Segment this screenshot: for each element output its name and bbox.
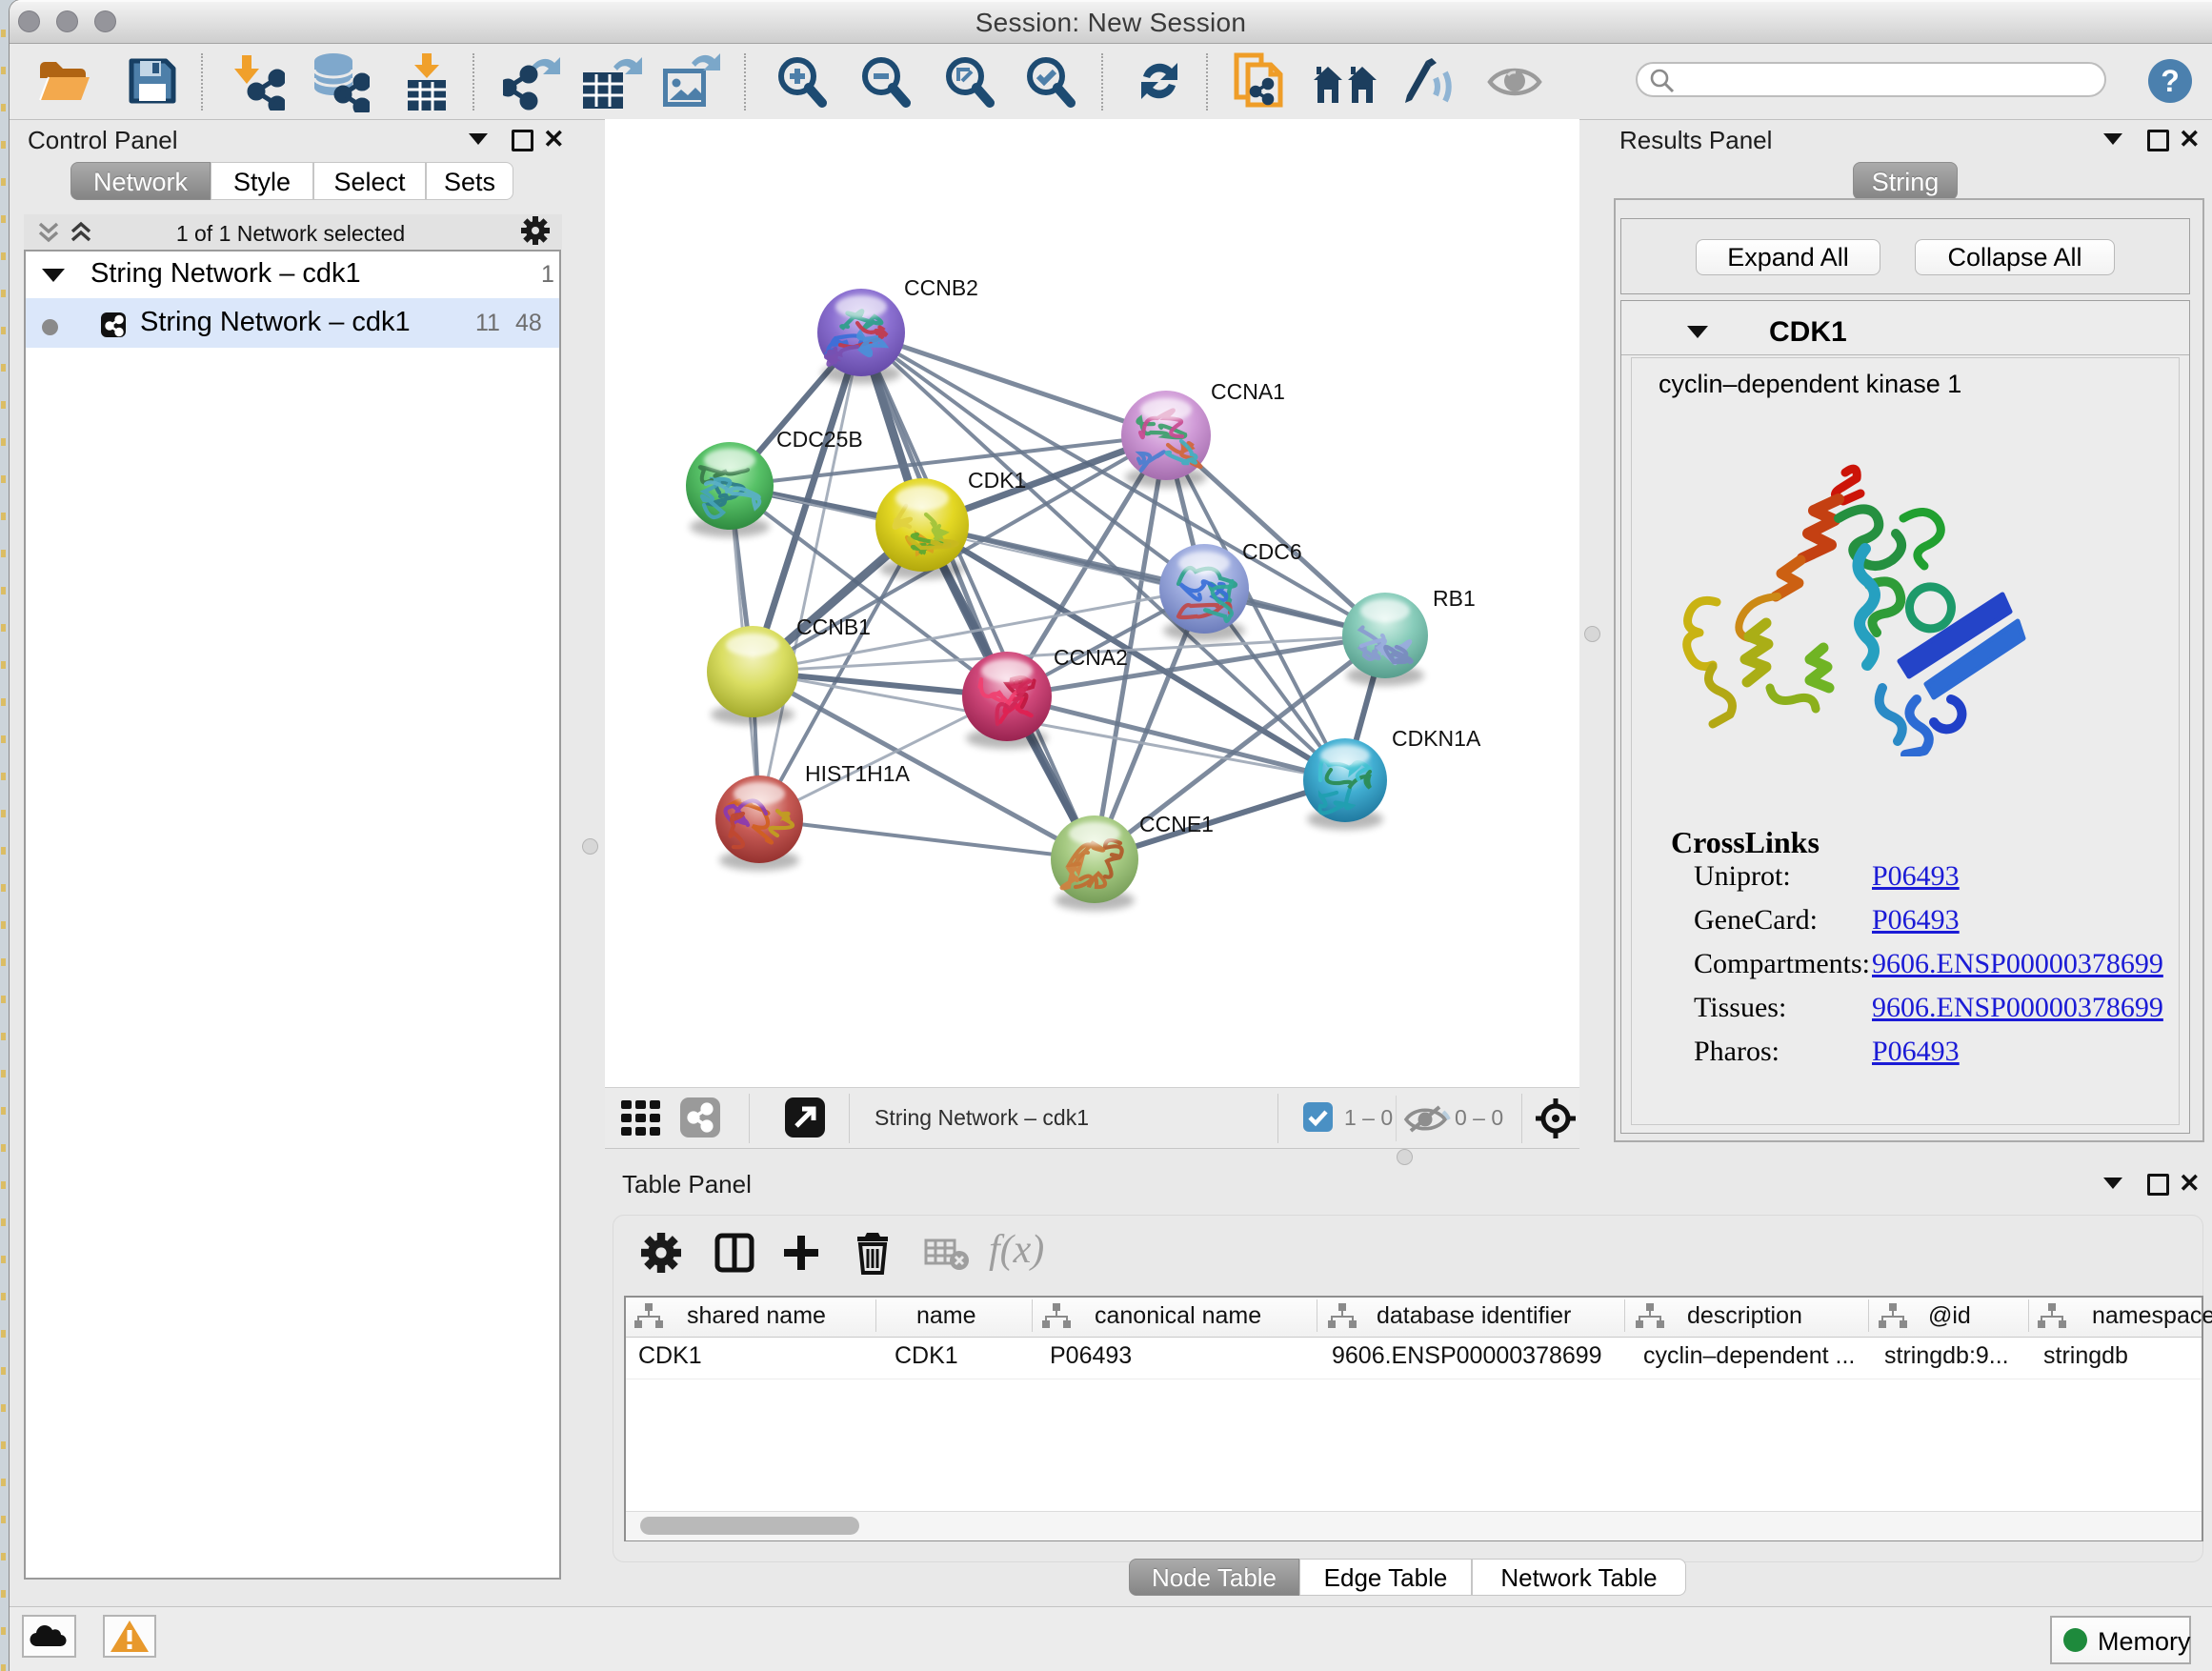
svg-text:RB1: RB1	[1433, 586, 1476, 611]
svg-text:CDC25B: CDC25B	[776, 427, 863, 452]
svg-text:HIST1H1A: HIST1H1A	[805, 761, 911, 786]
svg-text:CCNB2: CCNB2	[904, 275, 978, 300]
svg-text:CDC6: CDC6	[1242, 539, 1302, 564]
svg-text:CDKN1A: CDKN1A	[1392, 726, 1481, 751]
svg-text:CCNE1: CCNE1	[1139, 812, 1214, 836]
svg-text:CCNB1: CCNB1	[796, 614, 871, 639]
svg-text:CCNA2: CCNA2	[1054, 645, 1128, 670]
svg-text:CDK1: CDK1	[968, 468, 1026, 493]
svg-text:CCNA1: CCNA1	[1211, 379, 1285, 404]
